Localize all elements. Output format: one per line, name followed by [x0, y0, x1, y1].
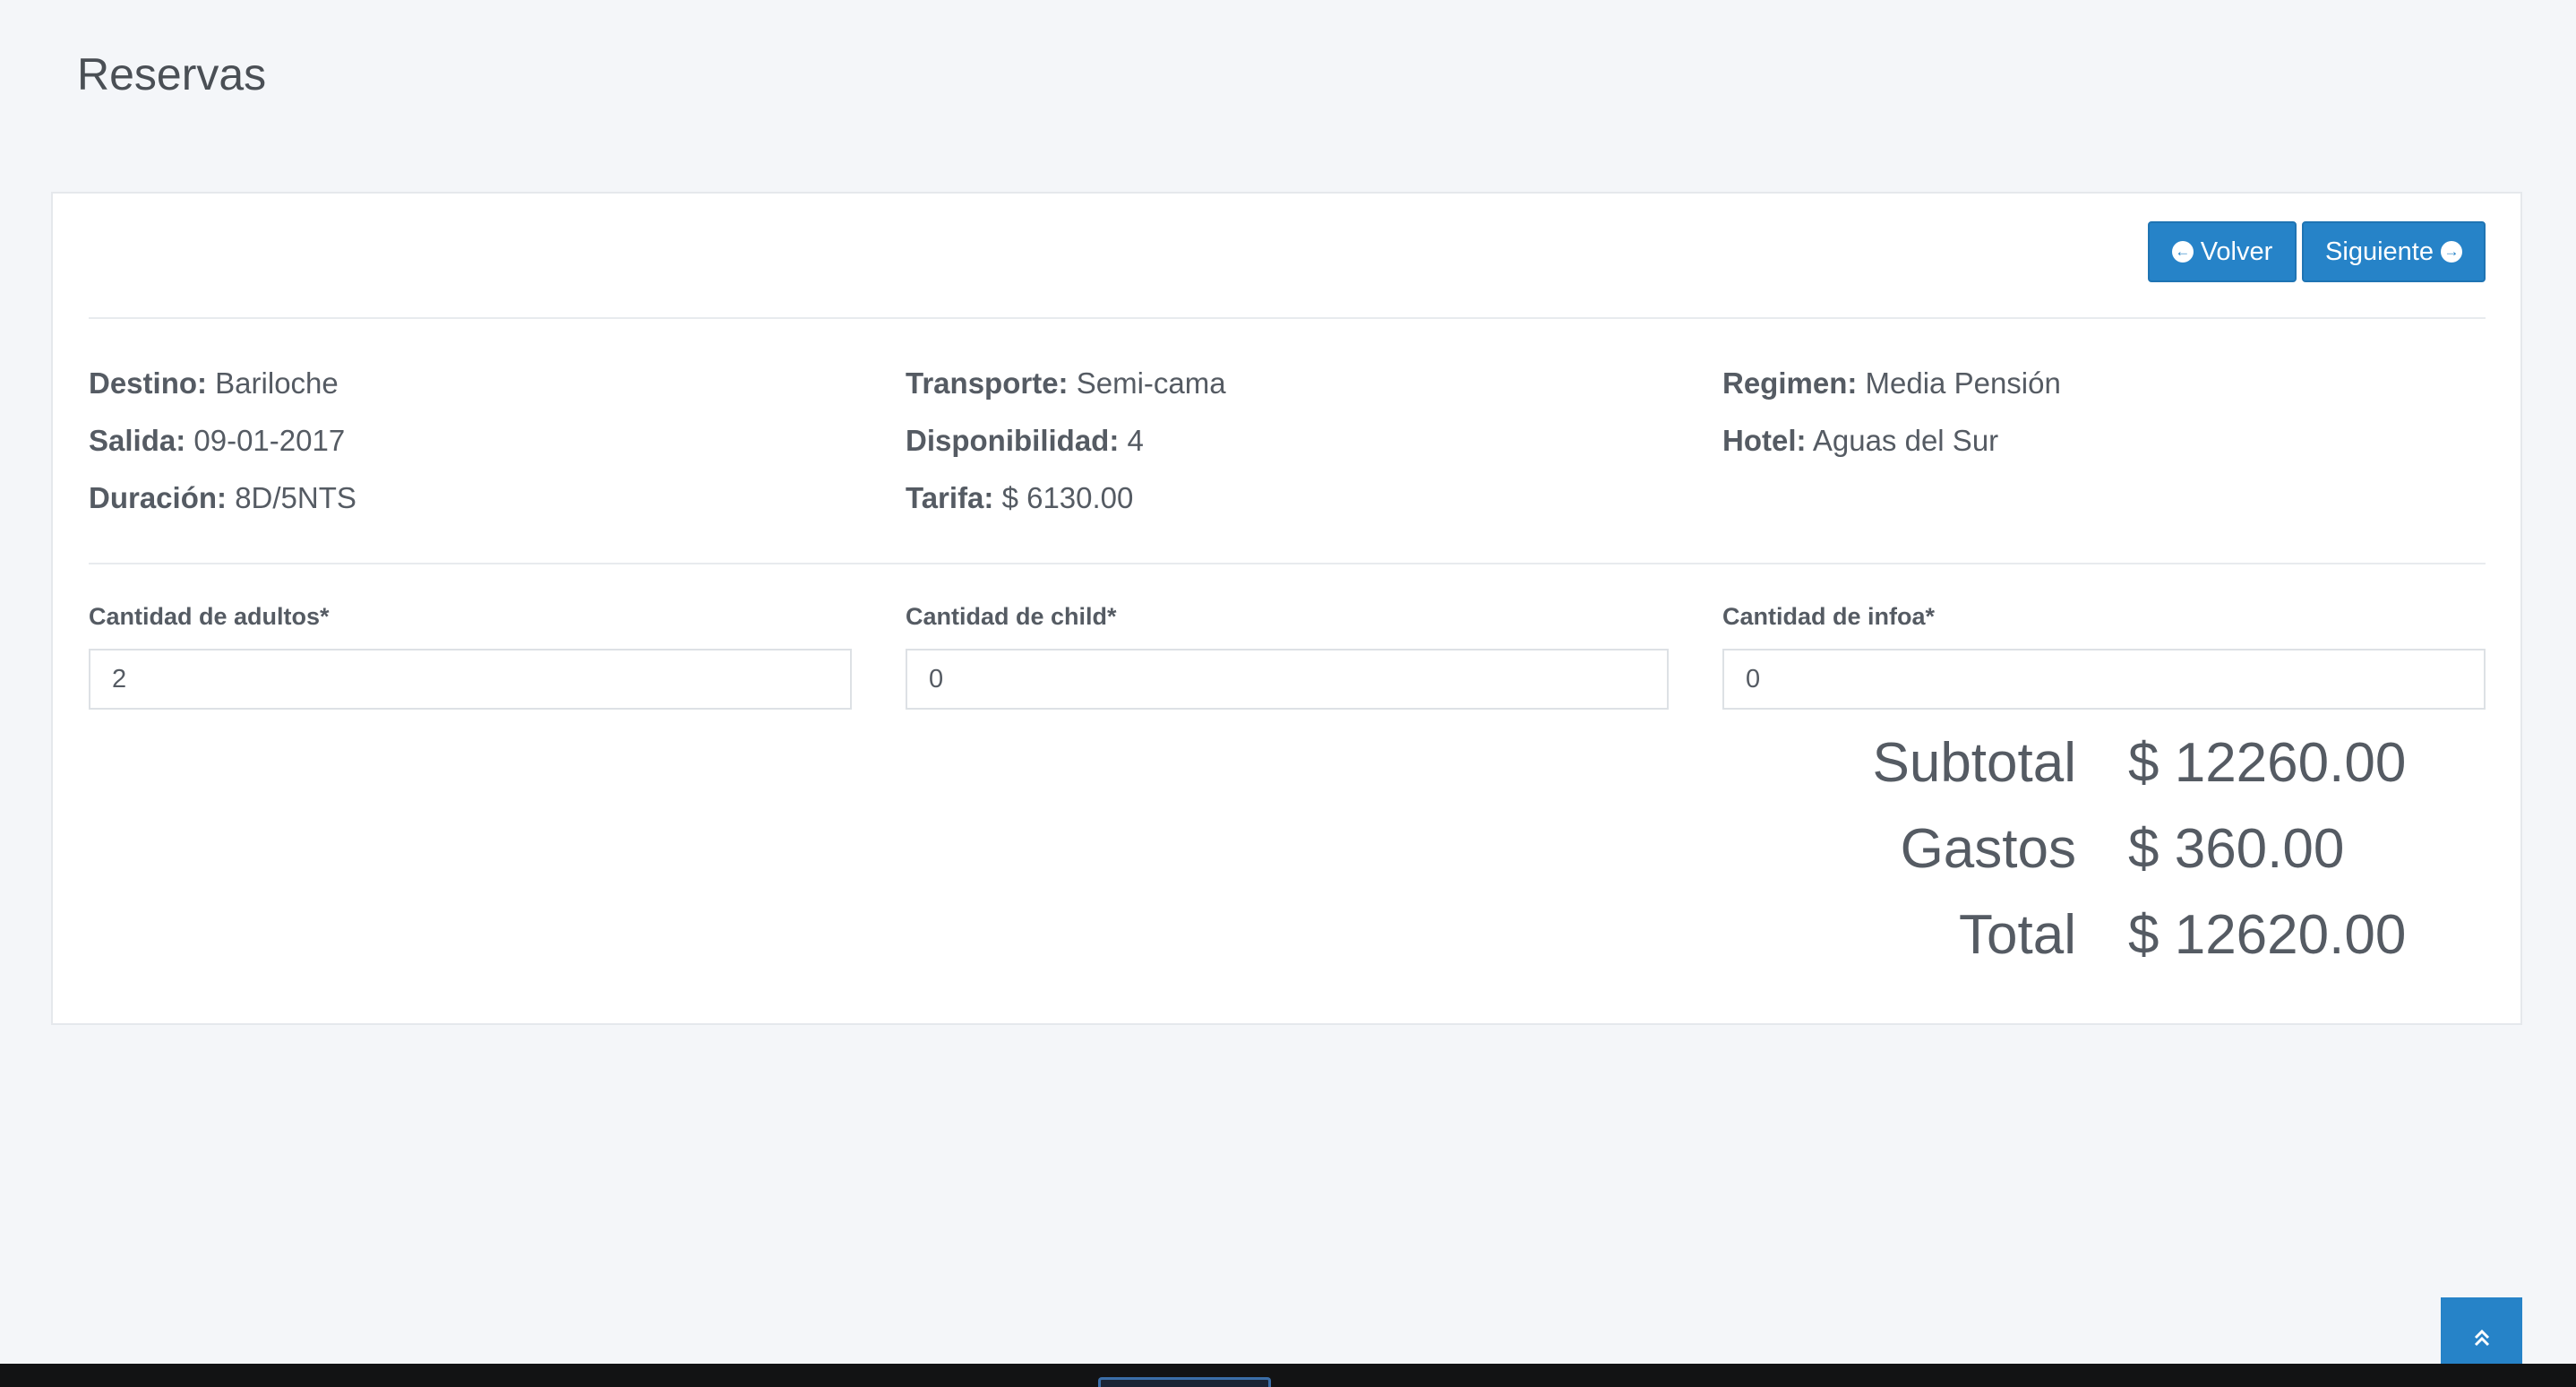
total-value: $ 12620.00	[2128, 904, 2407, 966]
children-field-group: Cantidad de child* 0	[906, 600, 1669, 710]
next-button[interactable]: Siguiente →	[2302, 221, 2486, 282]
gastos-row: Gastos $ 360.00	[1625, 817, 2520, 903]
info-duracion: Duración: 8D/5NTS	[89, 481, 356, 514]
infants-label: Cantidad de infoa*	[1722, 603, 1936, 630]
info-disponibilidad: Disponibilidad: 4	[906, 424, 1144, 457]
info-column-transport: Transporte: Semi-cama Disponibilidad: 4 …	[906, 355, 1676, 527]
children-input[interactable]: 0	[906, 649, 1669, 710]
gastos-label: Gastos	[1900, 818, 2076, 880]
arrow-circle-right-icon: →	[2440, 241, 2462, 263]
bottom-bar	[0, 1364, 2576, 1387]
info-hotel: Hotel: Aguas del Sur	[1722, 424, 1999, 457]
reservation-card: ← Volver Siguiente → Destino: Bariloche …	[51, 192, 2522, 1025]
subtotal-label: Subtotal	[1872, 732, 2076, 794]
next-button-label: Siguiente	[2325, 237, 2434, 266]
info-salida: Salida: 09-01-2017	[89, 424, 346, 457]
infants-input[interactable]: 0	[1722, 649, 2486, 710]
back-button[interactable]: ← Volver	[2148, 221, 2297, 282]
children-label: Cantidad de child*	[906, 603, 1117, 630]
page-title: Reservas	[77, 49, 267, 99]
infants-field-group: Cantidad de infoa* 0	[1722, 600, 2486, 710]
total-row: Total $ 12620.00	[1625, 903, 2520, 989]
adults-input[interactable]: 2	[89, 649, 852, 710]
info-divider	[89, 563, 2486, 564]
subtotal-value: $ 12260.00	[2128, 732, 2407, 794]
info-tarifa: Tarifa: $ 6130.00	[906, 481, 1134, 514]
info-column-lodging: Regimen: Media Pensión Hotel: Aguas del …	[1722, 355, 2493, 470]
totals-summary: Subtotal $ 12260.00 Gastos $ 360.00 Tota…	[1625, 731, 2520, 989]
gastos-value: $ 360.00	[2128, 818, 2345, 880]
info-column-trip: Destino: Bariloche Salida: 09-01-2017 Du…	[89, 355, 859, 527]
header-divider	[89, 317, 2486, 319]
info-regimen: Regimen: Media Pensión	[1722, 366, 2061, 400]
total-label: Total	[1959, 904, 2076, 966]
back-button-label: Volver	[2200, 237, 2273, 266]
adults-field-group: Cantidad de adultos* 2	[89, 600, 852, 710]
double-chevron-up-icon	[2474, 1329, 2489, 1346]
adults-label: Cantidad de adultos*	[89, 603, 330, 630]
arrow-circle-left-icon: ←	[2171, 241, 2194, 263]
bottom-bar-handle[interactable]	[1098, 1377, 1271, 1387]
info-transporte: Transporte: Semi-cama	[906, 366, 1226, 400]
subtotal-row: Subtotal $ 12260.00	[1625, 731, 2520, 817]
info-destino: Destino: Bariloche	[89, 366, 339, 400]
